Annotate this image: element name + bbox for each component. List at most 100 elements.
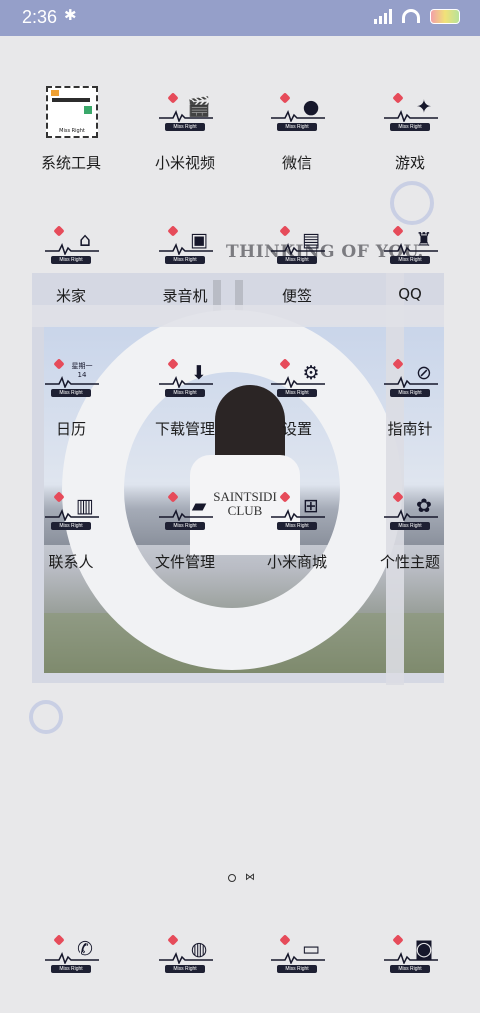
- icon-tag: Miss Right: [277, 965, 317, 973]
- heart-icon: [392, 225, 404, 237]
- app-label: 个性主题: [379, 553, 440, 571]
- heartbeat-line: [271, 376, 325, 388]
- app-home[interactable]: ⌂ Miss Right 米家: [11, 225, 131, 306]
- heart-icon: [167, 491, 179, 503]
- app-label: QQ: [398, 285, 422, 303]
- heart-icon: [279, 358, 291, 370]
- app-contacts[interactable]: ▥ Miss Right 联系人: [11, 491, 131, 572]
- heartbeat-line: [271, 509, 325, 521]
- wechat-icon: ● Miss Right: [267, 92, 327, 142]
- heartbeat-line: [271, 952, 325, 964]
- heartbeat-line: [159, 376, 213, 388]
- app-label: 微信: [281, 154, 312, 172]
- heartbeat-line: [384, 952, 438, 964]
- wallpaper-bar: [386, 273, 404, 685]
- palette-icon: ✿ Miss Right: [380, 491, 440, 541]
- app-label: 米家: [55, 287, 86, 305]
- icon-tag: Miss Right: [59, 128, 85, 134]
- page-dot[interactable]: [228, 873, 236, 882]
- heart-icon: [392, 92, 404, 104]
- app-wechat[interactable]: ● Miss Right 微信: [237, 92, 357, 173]
- heartbeat-line: [159, 952, 213, 964]
- icon-tag: Miss Right: [165, 522, 205, 530]
- calendar-icon: 星期一 14 Miss Right: [41, 358, 101, 408]
- icon-tag: Miss Right: [165, 965, 205, 973]
- app-folder[interactable]: Miss Right 系统工具: [11, 86, 131, 173]
- heart-icon: [53, 491, 65, 503]
- app-download[interactable]: ⬇ Miss Right 下载管理: [125, 358, 245, 439]
- page-indicator: ⋈: [228, 872, 255, 883]
- app-label: 系统工具: [40, 154, 101, 172]
- app-compass[interactable]: ⊘ Miss Right 指南针: [350, 358, 470, 439]
- icon-tag: Miss Right: [277, 123, 317, 131]
- app-label: 指南针: [387, 420, 433, 438]
- heart-icon: [167, 92, 179, 104]
- app-label: 小米商城: [266, 553, 327, 571]
- decor-circle: [390, 181, 434, 225]
- icon-tag: Miss Right: [277, 522, 317, 530]
- app-penguin[interactable]: ♜ Miss Right QQ: [350, 225, 470, 303]
- app-note[interactable]: ▤ Miss Right 便签: [237, 225, 357, 306]
- contacts-icon: ▥ Miss Right: [41, 491, 101, 541]
- home-icon: ⌂ Miss Right: [41, 225, 101, 275]
- heart-icon: [392, 491, 404, 503]
- heart-icon: [392, 934, 404, 946]
- heart-icon: [279, 491, 291, 503]
- signal-icon: [374, 8, 392, 24]
- app-label: 文件管理: [154, 553, 215, 571]
- dock-phone[interactable]: ✆ Miss Right: [11, 934, 131, 984]
- heart-icon: [279, 225, 291, 237]
- status-bar: 2:36 ✱: [0, 0, 480, 36]
- phone-icon: ✆ Miss Right: [41, 934, 101, 984]
- wifi-icon: [402, 9, 420, 23]
- heart-icon: [167, 934, 179, 946]
- app-gear[interactable]: ⚙ Miss Right 设置: [237, 358, 357, 439]
- app-palette[interactable]: ✿ Miss Right 个性主题: [350, 491, 470, 572]
- heartbeat-line: [271, 110, 325, 122]
- heartbeat-line: [159, 509, 213, 521]
- icon-tag: Miss Right: [390, 123, 430, 131]
- heartbeat-line: [271, 243, 325, 255]
- heartbeat-line: [384, 509, 438, 521]
- dock-message[interactable]: ▭ Miss Right: [237, 934, 357, 984]
- page-dot-active[interactable]: ⋈: [245, 872, 255, 883]
- app-gamepad[interactable]: ✦ Miss Right 游戏: [350, 92, 470, 173]
- bluetooth-icon: ✱: [64, 6, 77, 24]
- dock-camera[interactable]: ◙ Miss Right: [350, 934, 470, 984]
- clock: 2:36: [22, 7, 58, 27]
- clapperboard-icon: 🎬 Miss Right: [155, 92, 215, 142]
- app-label: 日历: [55, 420, 86, 438]
- app-cart[interactable]: ⊞ Miss Right 小米商城: [237, 491, 357, 572]
- icon-tag: Miss Right: [390, 522, 430, 530]
- app-clapperboard[interactable]: 🎬 Miss Right 小米视频: [125, 92, 245, 173]
- app-label: 下载管理: [154, 420, 215, 438]
- icon-tag: Miss Right: [390, 389, 430, 397]
- icon-tag: Miss Right: [51, 256, 91, 264]
- icon-tag: Miss Right: [165, 256, 205, 264]
- app-label: 游戏: [394, 154, 425, 172]
- download-icon: ⬇ Miss Right: [155, 358, 215, 408]
- compass-icon: ⊘ Miss Right: [380, 358, 440, 408]
- app-label: 小米视频: [154, 154, 215, 172]
- penguin-icon: ♜ Miss Right: [380, 225, 440, 275]
- heartbeat-line: [384, 110, 438, 122]
- cassette-icon: ▣ Miss Right: [155, 225, 215, 275]
- heartbeat-line: [384, 243, 438, 255]
- app-label: 录音机: [162, 287, 208, 305]
- dock-planet-browser[interactable]: ◍ Miss Right: [125, 934, 245, 984]
- message-icon: ▭ Miss Right: [267, 934, 327, 984]
- heart-icon: [279, 92, 291, 104]
- heartbeat-line: [45, 952, 99, 964]
- camera-icon: ◙ Miss Right: [380, 934, 440, 984]
- icon-tag: Miss Right: [390, 256, 430, 264]
- app-folder-files[interactable]: ▰ Miss Right 文件管理: [125, 491, 245, 572]
- heart-icon: [53, 358, 65, 370]
- cart-icon: ⊞ Miss Right: [267, 491, 327, 541]
- icon-tag: Miss Right: [51, 965, 91, 973]
- battery-icon: [430, 8, 460, 24]
- app-calendar[interactable]: 星期一 14 Miss Right 日历: [11, 358, 131, 439]
- app-cassette[interactable]: ▣ Miss Right 录音机: [125, 225, 245, 306]
- heartbeat-line: [159, 110, 213, 122]
- app-label: 联系人: [48, 553, 94, 571]
- heart-icon: [279, 934, 291, 946]
